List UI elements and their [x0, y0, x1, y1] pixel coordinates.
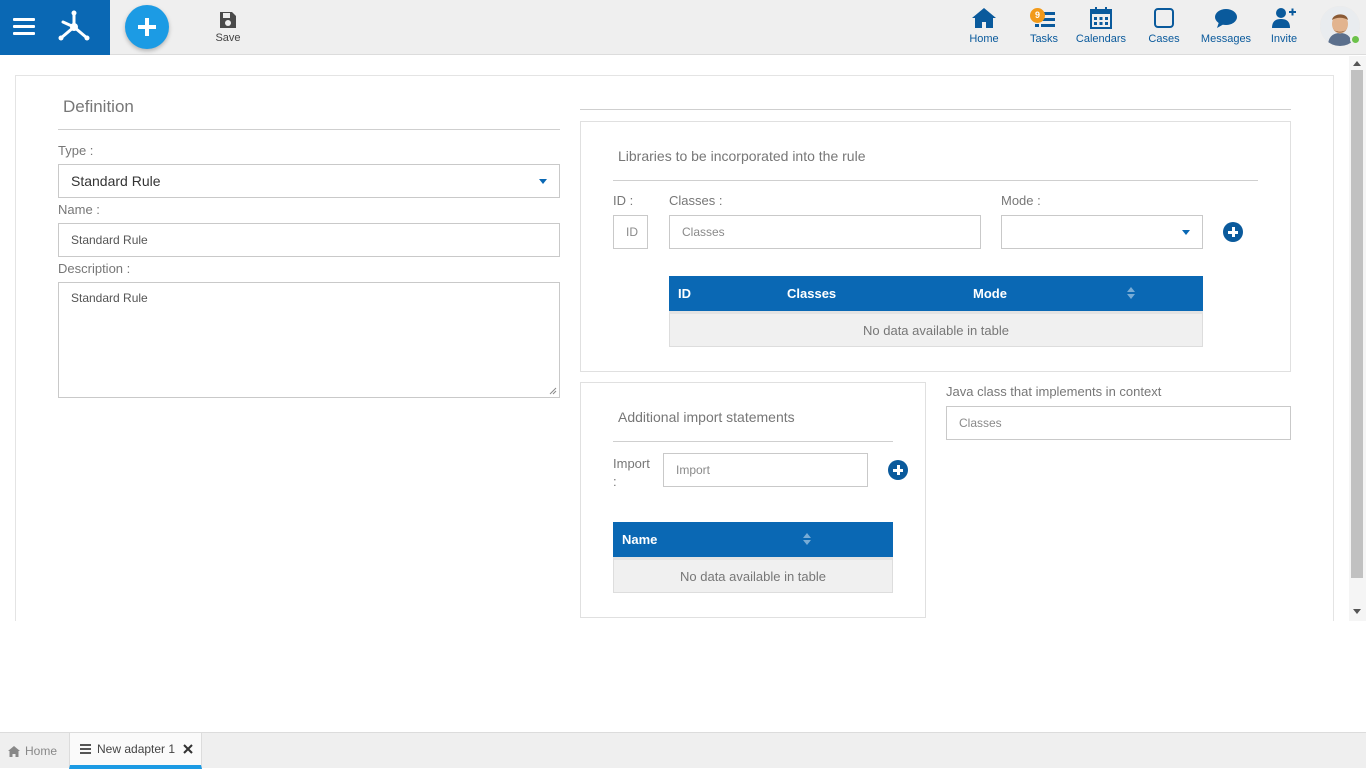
- tab-home[interactable]: Home: [8, 733, 68, 769]
- nav-calendars[interactable]: Calendars: [1074, 6, 1128, 50]
- nav-tasks-label: Tasks: [1029, 33, 1059, 45]
- java-class-input[interactable]: Classes: [946, 406, 1291, 440]
- content-bottom-area: [0, 621, 1350, 731]
- imports-table-empty: No data available in table: [613, 557, 893, 593]
- brand-area: [0, 0, 110, 55]
- nav-messages[interactable]: Messages: [1198, 6, 1254, 50]
- scroll-up-icon[interactable]: [1353, 61, 1361, 66]
- close-icon[interactable]: [183, 744, 193, 754]
- imports-table-header: Name: [613, 522, 893, 557]
- lib-mode-select[interactable]: [1001, 215, 1203, 249]
- java-class-label: Java class that implements in context: [946, 384, 1162, 399]
- nav-home-label: Home: [969, 33, 999, 45]
- col-mode[interactable]: Mode: [973, 286, 1007, 301]
- nav-invite-label: Invite: [1270, 33, 1298, 45]
- lib-classes-label: Classes :: [669, 193, 723, 208]
- imports-title: Additional import statements: [618, 409, 795, 425]
- nav-invite[interactable]: Invite: [1264, 6, 1304, 50]
- vertical-scrollbar[interactable]: [1349, 56, 1366, 621]
- imports-divider: [613, 441, 893, 442]
- lib-classes-placeholder: Classes: [682, 225, 725, 239]
- definition-divider: [58, 129, 560, 130]
- tab-new-adapter[interactable]: New adapter 1: [69, 733, 202, 769]
- chevron-down-icon: [539, 179, 547, 184]
- tasks-badge: 9: [1030, 8, 1045, 23]
- invite-icon: [1272, 8, 1296, 28]
- home-icon: [972, 8, 996, 28]
- libraries-table-header: ID Classes Mode: [669, 276, 1203, 311]
- libraries-divider: [613, 180, 1258, 181]
- lib-id-placeholder: ID: [626, 225, 638, 239]
- bottom-tab-bar: Home New adapter 1: [0, 732, 1366, 769]
- cases-icon: [1154, 8, 1174, 28]
- col-name[interactable]: Name: [622, 532, 657, 547]
- libraries-box: Libraries to be incorporated into the ru…: [580, 121, 1291, 372]
- name-input-value: Standard Rule: [71, 233, 148, 247]
- java-class-placeholder: Classes: [959, 416, 1002, 430]
- import-placeholder: Import: [676, 463, 711, 477]
- add-library-button[interactable]: [1223, 222, 1243, 242]
- sort-icon[interactable]: [1127, 287, 1135, 301]
- libraries-table-empty: No data available in table: [669, 311, 1203, 347]
- type-label: Type :: [58, 143, 94, 158]
- description-label: Description :: [58, 261, 131, 276]
- nav-tasks[interactable]: 9 Tasks: [1022, 6, 1066, 50]
- scroll-thumb[interactable]: [1351, 70, 1363, 578]
- type-select-value: Standard Rule: [71, 173, 161, 189]
- right-top-divider: [580, 109, 1291, 110]
- menu-icon[interactable]: [13, 18, 35, 36]
- sort-icon[interactable]: [803, 533, 811, 547]
- name-label: Name :: [58, 202, 100, 217]
- import-input[interactable]: Import: [663, 453, 868, 487]
- definition-title: Definition: [63, 97, 134, 116]
- import-label: Import :: [613, 456, 650, 489]
- messages-icon: [1215, 9, 1237, 28]
- tab-new-adapter-label: New adapter 1: [97, 742, 176, 756]
- calendar-icon: [1090, 7, 1112, 29]
- nav-calendars-label: Calendars: [1075, 33, 1127, 45]
- libraries-title: Libraries to be incorporated into the ru…: [618, 148, 866, 164]
- app-logo: [58, 10, 90, 41]
- lib-mode-label: Mode :: [1001, 193, 1041, 208]
- lib-id-input[interactable]: ID: [613, 215, 648, 249]
- new-button[interactable]: [125, 5, 169, 49]
- save-button[interactable]: Save: [210, 8, 246, 48]
- save-icon: [220, 12, 236, 28]
- tab-home-label: Home: [25, 744, 58, 758]
- name-input[interactable]: Standard Rule: [58, 223, 560, 257]
- list-icon: [80, 744, 91, 754]
- imports-box: Additional import statements Import : Im…: [580, 382, 926, 618]
- online-status-icon: [1350, 34, 1361, 45]
- nav-messages-label: Messages: [1200, 33, 1252, 45]
- description-value: Standard Rule: [71, 291, 148, 305]
- save-label: Save: [215, 32, 241, 44]
- col-classes[interactable]: Classes: [787, 286, 836, 301]
- main-panel: Definition Type : Standard Rule Name : S…: [15, 75, 1334, 635]
- nav-cases[interactable]: Cases: [1144, 6, 1184, 50]
- top-bar: Save Home 9 Tasks Calendars Cases Messag…: [0, 0, 1366, 55]
- chevron-down-icon: [1182, 230, 1190, 235]
- lib-classes-input[interactable]: Classes: [669, 215, 981, 249]
- nav-home[interactable]: Home: [962, 6, 1006, 50]
- scroll-down-icon[interactable]: [1353, 609, 1361, 614]
- home-icon: [8, 745, 20, 757]
- description-textarea[interactable]: Standard Rule: [58, 282, 560, 398]
- resize-handle-icon[interactable]: [549, 387, 557, 395]
- nav-cases-label: Cases: [1148, 33, 1180, 45]
- add-import-button[interactable]: [888, 460, 908, 480]
- type-select[interactable]: Standard Rule: [58, 164, 560, 198]
- lib-id-label: ID :: [613, 193, 634, 208]
- col-id[interactable]: ID: [678, 286, 691, 301]
